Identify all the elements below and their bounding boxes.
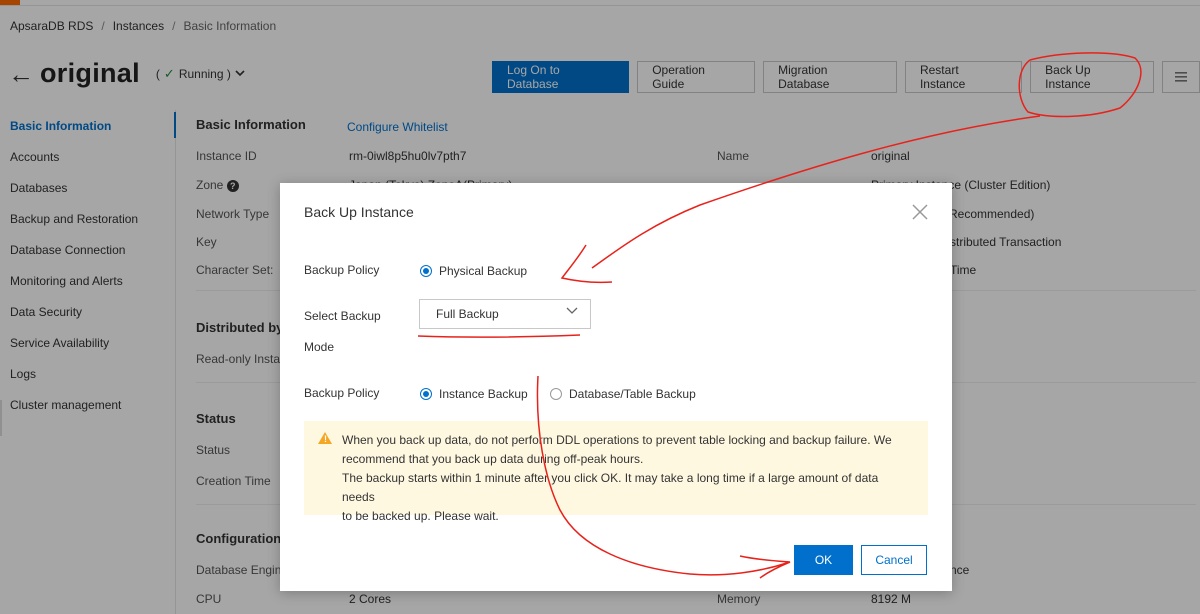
notice-line: recommend that you back up data during o… bbox=[342, 452, 644, 466]
notice-line: When you back up data, do not perform DD… bbox=[342, 433, 892, 447]
notice-line: to be backed up. Please wait. bbox=[342, 509, 499, 523]
warning-mark: ! bbox=[324, 434, 327, 444]
cancel-button[interactable]: Cancel bbox=[861, 545, 927, 575]
backup-policy-label-2: Backup Policy bbox=[304, 386, 380, 400]
select-backup-mode-label-2: Mode bbox=[304, 340, 335, 354]
backup-mode-select[interactable]: Full Backup bbox=[419, 299, 591, 329]
instance-backup-label: Instance Backup bbox=[439, 387, 528, 401]
backup-mode-value: Full Backup bbox=[436, 307, 499, 321]
ok-button[interactable]: OK bbox=[794, 545, 853, 575]
physical-backup-label: Physical Backup bbox=[439, 264, 528, 278]
physical-backup-radio[interactable]: Physical Backup bbox=[420, 264, 527, 278]
backup-notice: ! When you back up data, do not perform … bbox=[304, 421, 928, 523]
close-icon[interactable] bbox=[912, 204, 928, 220]
backup-policy-label: Backup Policy bbox=[304, 263, 380, 277]
chevron-down-icon bbox=[566, 307, 578, 314]
radio-selected-icon bbox=[420, 388, 432, 400]
notice-line: The backup starts within 1 minute after … bbox=[342, 471, 879, 504]
dialog-title: Back Up Instance bbox=[304, 204, 414, 220]
backup-dialog: Back Up Instance Backup Policy Physical … bbox=[280, 183, 952, 591]
radio-unselected-icon bbox=[550, 388, 562, 400]
instance-backup-radio[interactable]: Instance Backup bbox=[420, 387, 528, 401]
database-table-backup-label: Database/Table Backup bbox=[569, 387, 696, 401]
radio-selected-icon bbox=[420, 265, 432, 277]
database-table-backup-radio[interactable]: Database/Table Backup bbox=[550, 387, 696, 401]
select-backup-mode-label: Select Backup bbox=[304, 309, 381, 323]
